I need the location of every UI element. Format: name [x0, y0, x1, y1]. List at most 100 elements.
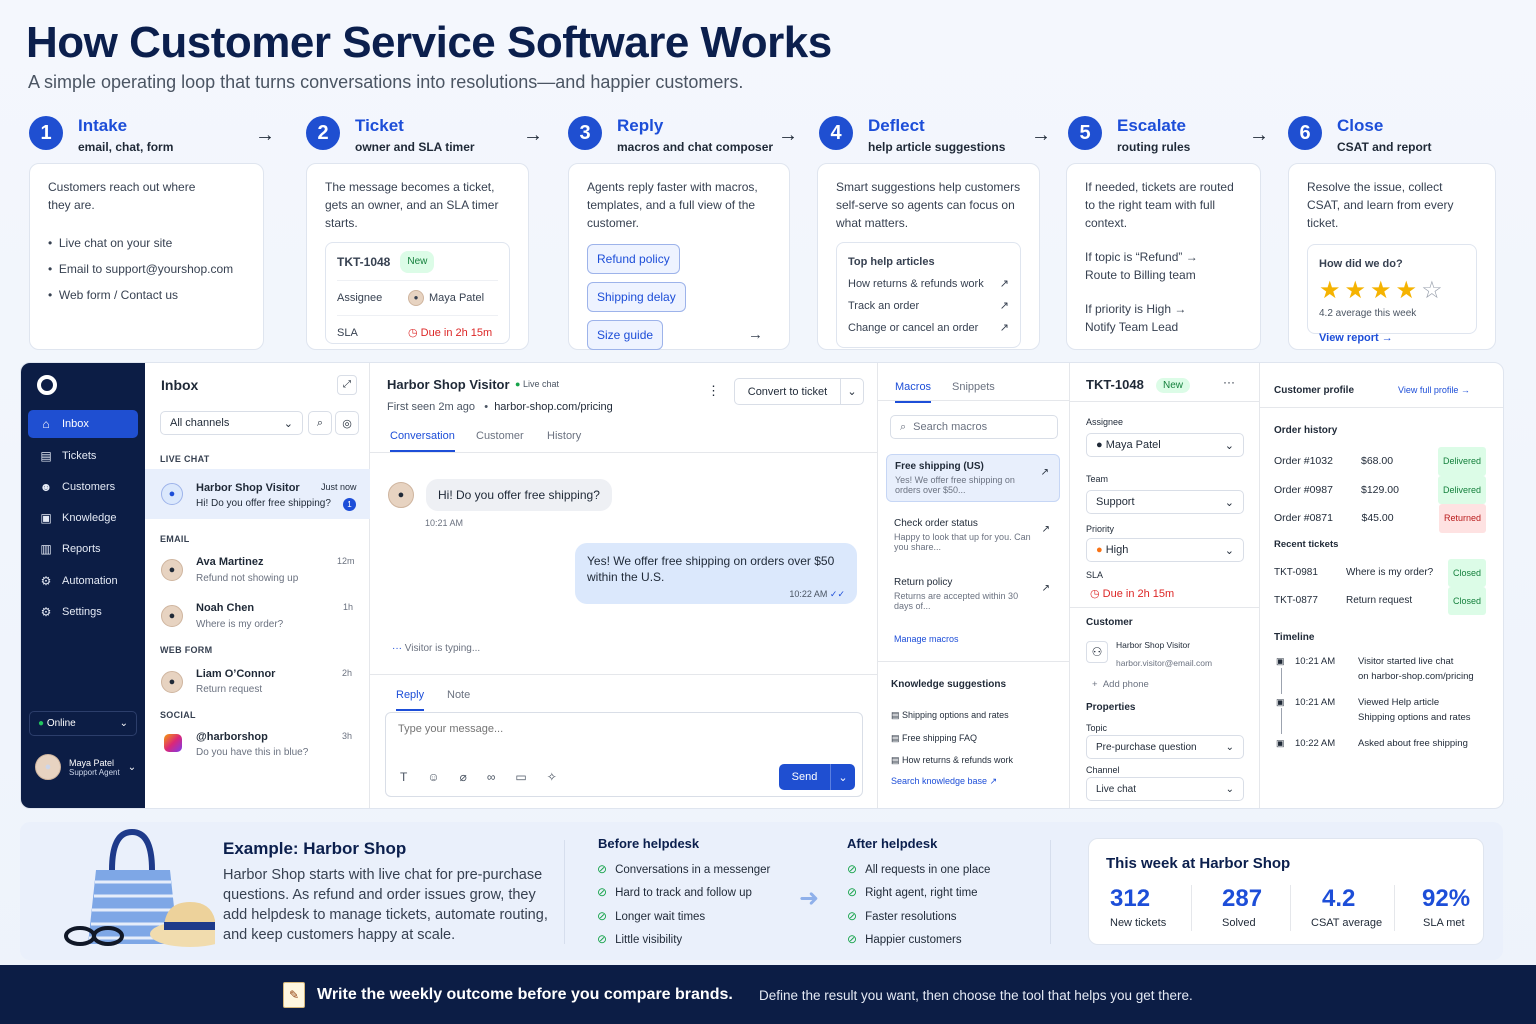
search-kb-link[interactable]: Search knowledge base ↗ — [891, 776, 997, 787]
reply-composer[interactable]: T ☺ ⌀ ∞ ▭ ✧ Send ⌄ — [385, 712, 863, 797]
step-description: Resolve the issue, collect CSAT, and lea… — [1307, 180, 1454, 230]
team-select[interactable]: Support ⌄ — [1086, 490, 1244, 514]
ticket-subject: Where is my order? — [1345, 567, 1434, 578]
timeline-line — [1281, 708, 1282, 734]
help-article-link[interactable]: How returns & refunds work ↗ — [848, 273, 1009, 295]
more-icon[interactable]: ⋮ — [707, 383, 720, 399]
step-description: Smart suggestions help customers self-se… — [836, 180, 1021, 230]
sidebar-item-settings[interactable]: ⚙ Settings — [28, 598, 138, 626]
compose-icon[interactable]: ⤢ — [337, 375, 357, 395]
divider — [878, 400, 1070, 401]
stat-label: SLA met — [1423, 917, 1465, 929]
star-filled-icon[interactable]: ★ — [1396, 277, 1422, 304]
convert-to-ticket-button[interactable]: Convert to ticket ⌄ — [734, 378, 864, 405]
list-item[interactable]: ● Noah Chen 1h Where is my order? — [145, 593, 370, 643]
step-4-card: Smart suggestions help customers self-se… — [817, 163, 1040, 350]
order-row[interactable]: Order #0871 $45.00 Returned — [1274, 504, 1486, 533]
macro-item[interactable]: Return policy Returns are accepted withi… — [886, 571, 1060, 617]
priority-dot-icon: ● — [1096, 544, 1106, 556]
help-article-link[interactable]: Track an order ↗ — [848, 295, 1009, 317]
document-icon: ▤ — [891, 755, 903, 765]
topic-select[interactable]: Pre-purchase question ⌄ — [1086, 735, 1244, 759]
section-label: WEB FORM — [160, 645, 213, 655]
tab-snippets[interactable]: Snippets — [952, 381, 995, 393]
star-empty-icon[interactable]: ☆ — [1421, 277, 1447, 304]
ai-sparkle-icon[interactable]: ✧ — [547, 770, 557, 784]
macro-pill[interactable]: Size guide — [587, 320, 664, 350]
sidebar-item-inbox[interactable]: ⌂ Inbox — [28, 410, 138, 438]
ticket-row[interactable]: TKT-0877 Return request Closed — [1274, 587, 1486, 615]
list-item[interactable]: @harborshop 3h Do you have this in blue? — [145, 723, 370, 773]
insert-icon[interactable]: ↗ — [1041, 467, 1049, 478]
more-icon[interactable]: ··· — [1223, 375, 1235, 389]
tab-history[interactable]: History — [547, 430, 581, 442]
list-item[interactable]: ● Harbor Shop Visitor Just now Hi! Do yo… — [145, 469, 370, 519]
attachment-icon[interactable]: ⌀ — [460, 770, 467, 784]
kb-article[interactable]: ▤ Shipping options and rates — [891, 704, 1013, 727]
arrow-right-icon: ➜ — [799, 885, 820, 912]
channel-filter[interactable]: All channels ⌄ — [160, 411, 303, 435]
emoji-icon[interactable]: ☺ — [427, 770, 439, 784]
send-button[interactable]: Send ⌄ — [779, 764, 855, 790]
priority-select[interactable]: ● High ⌄ — [1086, 538, 1244, 562]
example-title: Example: Harbor Shop — [223, 839, 407, 858]
kb-article-title: Shipping options and rates — [902, 710, 1009, 720]
list-item: ⊘ Happier customers — [847, 928, 990, 951]
tab-reply[interactable]: Reply — [396, 689, 425, 711]
search-macros-input[interactable]: ⌕ Search macros — [890, 415, 1058, 439]
insert-icon[interactable]: ↗ — [1042, 583, 1050, 594]
message-input[interactable] — [398, 723, 758, 735]
star-rating[interactable]: ★★★★☆ — [1319, 277, 1465, 305]
sidebar-item-knowledge[interactable]: ▣ Knowledge — [28, 504, 138, 532]
assignee-select[interactable]: ● Maya Patel ⌄ — [1086, 433, 1244, 457]
order-row[interactable]: Order #1032 $68.00 Delivered — [1274, 447, 1486, 476]
sla-label: SLA — [337, 327, 358, 339]
manage-macros-link[interactable]: Manage macros — [894, 634, 959, 644]
team-value: Support — [1096, 496, 1135, 508]
chevron-down-icon[interactable]: ⌄ — [841, 379, 863, 404]
sidebar-item-customers[interactable]: ☻ Customers — [28, 473, 138, 501]
link-icon[interactable]: ∞ — [487, 770, 496, 784]
macro-item[interactable]: Free shipping (US) Yes! We offer free sh… — [886, 454, 1060, 502]
status-dropdown[interactable]: ● Online ⌄ — [29, 711, 137, 736]
tab-customer[interactable]: Customer — [476, 430, 524, 442]
insert-icon[interactable]: ↗ — [1042, 524, 1050, 535]
star-filled-icon[interactable]: ★ — [1345, 277, 1371, 304]
kb-article[interactable]: ▤ How returns & refunds work — [891, 749, 1013, 772]
text-format-icon[interactable]: T — [400, 770, 407, 784]
macro-item[interactable]: Check order status Happy to look that up… — [886, 512, 1060, 558]
event-title: Visitor started live chat — [1358, 656, 1454, 667]
list-item: ⊘ Conversations in a messenger — [597, 858, 770, 881]
chevron-down-icon[interactable]: ⌄ — [831, 764, 855, 790]
star-filled-icon[interactable]: ★ — [1370, 277, 1396, 304]
assignee-label: Assignee — [337, 292, 383, 304]
star-filled-icon[interactable]: ★ — [1319, 277, 1345, 304]
sidebar-item-tickets[interactable]: ▤ Tickets — [28, 442, 138, 470]
view-report-link[interactable]: View report → — [1319, 329, 1465, 347]
search-icon[interactable]: ⌕ — [308, 411, 332, 435]
list-item[interactable]: ● Liam O’Connor 2h Return request — [145, 659, 370, 709]
filter-icon[interactable]: ◎ — [335, 411, 359, 435]
kb-article[interactable]: ▤ Free shipping FAQ — [891, 727, 1013, 750]
sidebar-item-automation[interactable]: ⚙ Automation — [28, 567, 138, 595]
user-menu[interactable]: ● Maya Patel Support Agent ⌄ — [35, 754, 136, 780]
list-item: ⊘ Hard to track and follow up — [597, 881, 770, 904]
before-item: Longer wait times — [615, 910, 706, 923]
sidebar-item-reports[interactable]: ▥ Reports — [28, 535, 138, 563]
csat-question: How did we do? — [1319, 258, 1403, 270]
add-phone-button[interactable]: + Add phone — [1092, 679, 1149, 690]
order-amount: $45.00 — [1361, 512, 1394, 524]
order-row[interactable]: Order #0987 $129.00 Delivered — [1274, 475, 1486, 504]
macro-pill[interactable]: Refund policy — [587, 244, 680, 274]
divider — [370, 674, 878, 675]
tab-note[interactable]: Note — [447, 689, 470, 701]
gif-icon[interactable]: ▭ — [515, 770, 526, 784]
macro-pill[interactable]: Shipping delay — [587, 282, 686, 312]
tab-conversation[interactable]: Conversation — [390, 430, 455, 452]
view-full-profile-link[interactable]: View full profile → — [1398, 385, 1470, 395]
ticket-row[interactable]: TKT-0981 Where is my order? Closed — [1274, 559, 1486, 587]
after-item: Right agent, right time — [865, 887, 978, 900]
channel-select[interactable]: Live chat ⌄ — [1086, 777, 1244, 801]
list-item[interactable]: ● Ava Martinez 12m Refund not showing up — [145, 547, 370, 597]
help-article-link[interactable]: Change or cancel an order ↗ — [848, 317, 1009, 339]
